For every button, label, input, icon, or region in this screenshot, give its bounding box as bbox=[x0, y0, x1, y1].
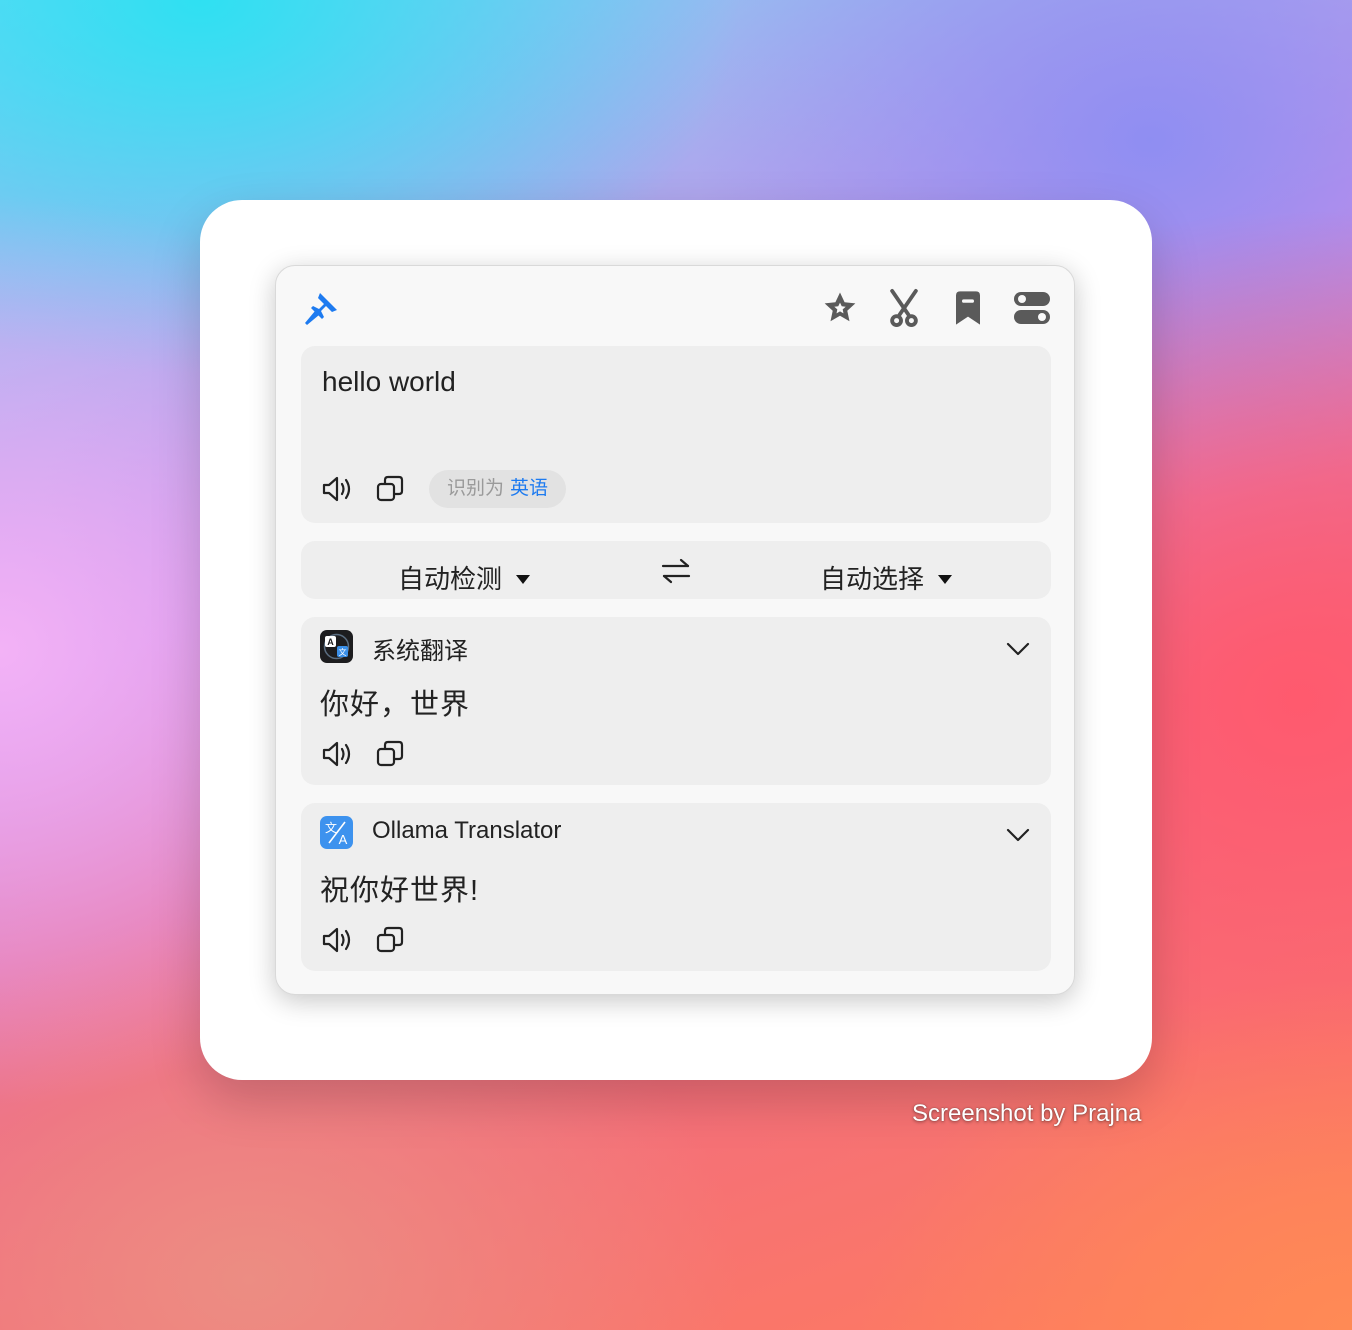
svg-text:文: 文 bbox=[325, 820, 337, 835]
source-language-label: 自动检测 bbox=[398, 564, 503, 594]
system-translate-icon: A 文 bbox=[320, 630, 353, 663]
svg-text:A: A bbox=[339, 832, 348, 847]
pin-icon[interactable] bbox=[302, 290, 340, 328]
copy-icon[interactable] bbox=[376, 475, 404, 503]
detected-prefix: 识别为 bbox=[447, 478, 505, 499]
screenshot-frame: hello world 识别为 英语 自动检测 自动选择 A 文 系统翻译 你好… bbox=[200, 200, 1152, 1080]
target-language-label: 自动选择 bbox=[820, 564, 925, 594]
chevron-down-icon[interactable] bbox=[1006, 641, 1030, 657]
watermark: Screenshot by Prajna bbox=[912, 1100, 1142, 1127]
svg-text:文: 文 bbox=[339, 647, 347, 657]
bookmark-icon[interactable] bbox=[952, 290, 984, 326]
speaker-icon[interactable] bbox=[322, 925, 354, 955]
caret-down-icon bbox=[516, 574, 531, 584]
service-name: Ollama Translator bbox=[372, 817, 562, 844]
swap-icon[interactable] bbox=[661, 558, 691, 584]
speaker-icon[interactable] bbox=[322, 739, 354, 769]
target-language-select[interactable]: 自动选择 bbox=[820, 559, 953, 596]
language-bar: 自动检测 自动选择 bbox=[301, 541, 1051, 599]
input-text[interactable]: hello world bbox=[322, 366, 456, 398]
caret-down-icon bbox=[938, 574, 953, 584]
copy-icon[interactable] bbox=[376, 740, 404, 768]
star-icon[interactable] bbox=[821, 289, 859, 327]
service-card-system: A 文 系统翻译 你好，世界 bbox=[301, 617, 1051, 785]
service-name: 系统翻译 bbox=[372, 638, 468, 665]
translation-result[interactable]: 你好，世界 bbox=[320, 681, 470, 723]
speaker-icon[interactable] bbox=[322, 474, 354, 504]
copy-icon[interactable] bbox=[376, 926, 404, 954]
source-language-select[interactable]: 自动检测 bbox=[398, 559, 531, 596]
translation-result[interactable]: 祝你好世界! bbox=[320, 867, 479, 909]
detected-language: 英语 bbox=[510, 478, 549, 499]
service-card-ollama: 文 A Ollama Translator 祝你好世界! bbox=[301, 803, 1051, 971]
svg-text:A: A bbox=[327, 637, 334, 647]
chevron-down-icon[interactable] bbox=[1006, 827, 1030, 843]
ollama-translate-icon: 文 A bbox=[320, 816, 353, 849]
scissors-icon[interactable] bbox=[886, 288, 922, 328]
translator-window: hello world 识别为 英语 自动检测 自动选择 A 文 系统翻译 你好… bbox=[275, 265, 1075, 995]
detected-language-chip[interactable]: 识别为 英语 bbox=[429, 470, 567, 508]
toggles-icon[interactable] bbox=[1013, 290, 1051, 326]
input-panel[interactable]: hello world 识别为 英语 bbox=[301, 346, 1051, 523]
